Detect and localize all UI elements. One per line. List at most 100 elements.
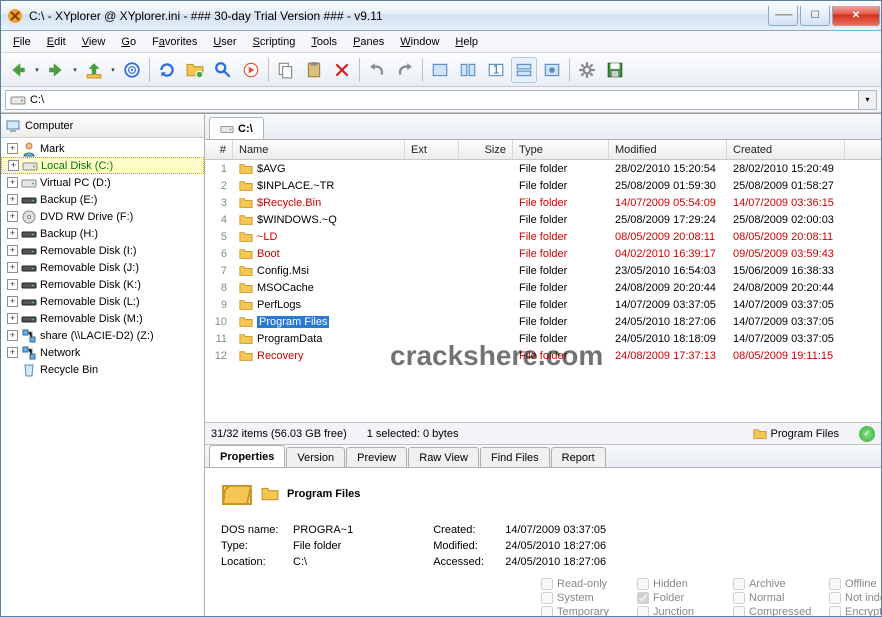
menu-scripting[interactable]: Scripting (245, 34, 304, 50)
tree-node[interactable]: +share (\\LACIE-D2) (Z:) (1, 327, 204, 344)
up-button[interactable] (81, 57, 107, 83)
redo-button[interactable] (392, 57, 418, 83)
file-list[interactable]: # Name Ext Size Type Modified Created 1$… (205, 140, 881, 422)
expand-icon[interactable]: + (7, 177, 18, 188)
close-button[interactable] (832, 6, 880, 26)
file-row[interactable]: 5~LDFile folder08/05/2009 20:08:1108/05/… (205, 228, 881, 245)
tab-properties[interactable]: Properties (209, 445, 285, 467)
attr-read-only[interactable]: Read-only (541, 578, 631, 590)
pane-dual-button[interactable] (455, 57, 481, 83)
attr-normal[interactable]: Normal (733, 592, 823, 604)
file-row[interactable]: 11ProgramDataFile folder24/05/2010 18:18… (205, 330, 881, 347)
forward-button[interactable] (43, 57, 69, 83)
address-dropdown[interactable]: ▾ (859, 90, 877, 110)
save-button[interactable] (602, 57, 628, 83)
expand-icon[interactable]: + (7, 262, 18, 273)
pane-horiz-button[interactable] (511, 57, 537, 83)
attr-folder[interactable]: Folder (637, 592, 727, 604)
tree-node[interactable]: +Removable Disk (J:) (1, 259, 204, 276)
menu-user[interactable]: User (205, 34, 244, 50)
expand-icon[interactable]: + (7, 313, 18, 324)
attr-encrypted[interactable]: Encrypted (829, 606, 881, 616)
file-row[interactable]: 9PerfLogsFile folder14/07/2009 03:37:051… (205, 296, 881, 313)
tree-node[interactable]: +Mark (1, 140, 204, 157)
tab-c-drive[interactable]: C:\ (209, 117, 264, 139)
file-row[interactable]: 7Config.MsiFile folder23/05/2010 16:54:0… (205, 262, 881, 279)
tab-version[interactable]: Version (286, 447, 345, 467)
menu-favorites[interactable]: Favorites (144, 34, 205, 50)
file-row[interactable]: 8MSOCacheFile folder24/08/2009 20:20:442… (205, 279, 881, 296)
expand-icon[interactable]: + (8, 160, 19, 171)
tree-node[interactable]: +Removable Disk (M:) (1, 310, 204, 327)
new-folder-button[interactable] (182, 57, 208, 83)
run-button[interactable] (238, 57, 264, 83)
back-button[interactable] (5, 57, 31, 83)
paste-button[interactable] (301, 57, 327, 83)
sidebar-header[interactable]: Computer (1, 114, 204, 138)
file-row[interactable]: 10Program FilesFile folder24/05/2010 18:… (205, 313, 881, 330)
menu-window[interactable]: Window (392, 34, 447, 50)
attr-compressed[interactable]: Compressed (733, 606, 823, 616)
expand-icon[interactable]: + (7, 245, 18, 256)
tree-node[interactable]: Recycle Bin (1, 361, 204, 378)
address-input[interactable]: C:\ (5, 90, 859, 110)
expand-icon[interactable]: + (7, 228, 18, 239)
col-size[interactable]: Size (459, 140, 513, 159)
file-row[interactable]: 12RecoveryFile folder24/08/2009 17:37:13… (205, 347, 881, 364)
col-ext[interactable]: Ext (405, 140, 459, 159)
menu-go[interactable]: Go (113, 34, 144, 50)
col-name[interactable]: Name (233, 140, 405, 159)
menu-tools[interactable]: Tools (303, 34, 345, 50)
expand-icon[interactable]: + (7, 296, 18, 307)
col-modified[interactable]: Modified (609, 140, 727, 159)
pane-1-button[interactable] (483, 57, 509, 83)
tab-find-files[interactable]: Find Files (480, 447, 550, 467)
tree-node[interactable]: +DVD RW Drive (F:) (1, 208, 204, 225)
minimize-button[interactable] (768, 6, 798, 26)
attr-temporary[interactable]: Temporary (541, 606, 631, 616)
expand-icon[interactable]: + (7, 347, 18, 358)
column-headers[interactable]: # Name Ext Size Type Modified Created (205, 140, 881, 160)
up-dropdown[interactable]: ▾ (109, 57, 117, 83)
attr-junction[interactable]: Junction (637, 606, 727, 616)
titlebar[interactable]: C:\ - XYplorer @ XYplorer.ini - ### 30-d… (1, 1, 881, 31)
tree-node[interactable]: +Network (1, 344, 204, 361)
copy-button[interactable] (273, 57, 299, 83)
file-row[interactable]: 3$Recycle.BinFile folder14/07/2009 05:54… (205, 194, 881, 211)
attr-system[interactable]: System (541, 592, 631, 604)
undo-button[interactable] (364, 57, 390, 83)
file-row[interactable]: 6BootFile folder04/02/2010 16:39:1709/05… (205, 245, 881, 262)
expand-icon[interactable]: + (7, 211, 18, 222)
menu-edit[interactable]: Edit (39, 34, 74, 50)
tab-report[interactable]: Report (551, 447, 606, 467)
attr-archive[interactable]: Archive (733, 578, 823, 590)
expand-icon[interactable]: + (7, 279, 18, 290)
col-created[interactable]: Created (727, 140, 845, 159)
attr-offline[interactable]: Offline (829, 578, 881, 590)
file-row[interactable]: 1$AVGFile folder28/02/2010 15:20:5428/02… (205, 160, 881, 177)
attr-not indexed[interactable]: Not indexed (829, 592, 881, 604)
tab-raw-view[interactable]: Raw View (408, 447, 479, 467)
folder-tree[interactable]: +Mark+Local Disk (C:)+Virtual PC (D:)+Ba… (1, 138, 204, 616)
col-number[interactable]: # (205, 140, 233, 159)
back-dropdown[interactable]: ▾ (33, 57, 41, 83)
col-type[interactable]: Type (513, 140, 609, 159)
tree-node[interactable]: +Virtual PC (D:) (1, 174, 204, 191)
search-button[interactable] (210, 57, 236, 83)
expand-icon[interactable]: + (7, 330, 18, 341)
tree-node[interactable]: +Removable Disk (I:) (1, 242, 204, 259)
menu-view[interactable]: View (74, 34, 114, 50)
menu-help[interactable]: Help (447, 34, 486, 50)
settings-button[interactable] (574, 57, 600, 83)
tree-node[interactable]: +Backup (E:) (1, 191, 204, 208)
delete-button[interactable] (329, 57, 355, 83)
tree-node[interactable]: +Local Disk (C:) (1, 157, 204, 174)
expand-icon[interactable] (7, 364, 18, 375)
tree-node[interactable]: +Backup (H:) (1, 225, 204, 242)
expand-icon[interactable]: + (7, 194, 18, 205)
target-button[interactable] (119, 57, 145, 83)
refresh-button[interactable] (154, 57, 180, 83)
pane-single-button[interactable] (427, 57, 453, 83)
tab-preview[interactable]: Preview (346, 447, 407, 467)
tree-node[interactable]: +Removable Disk (L:) (1, 293, 204, 310)
